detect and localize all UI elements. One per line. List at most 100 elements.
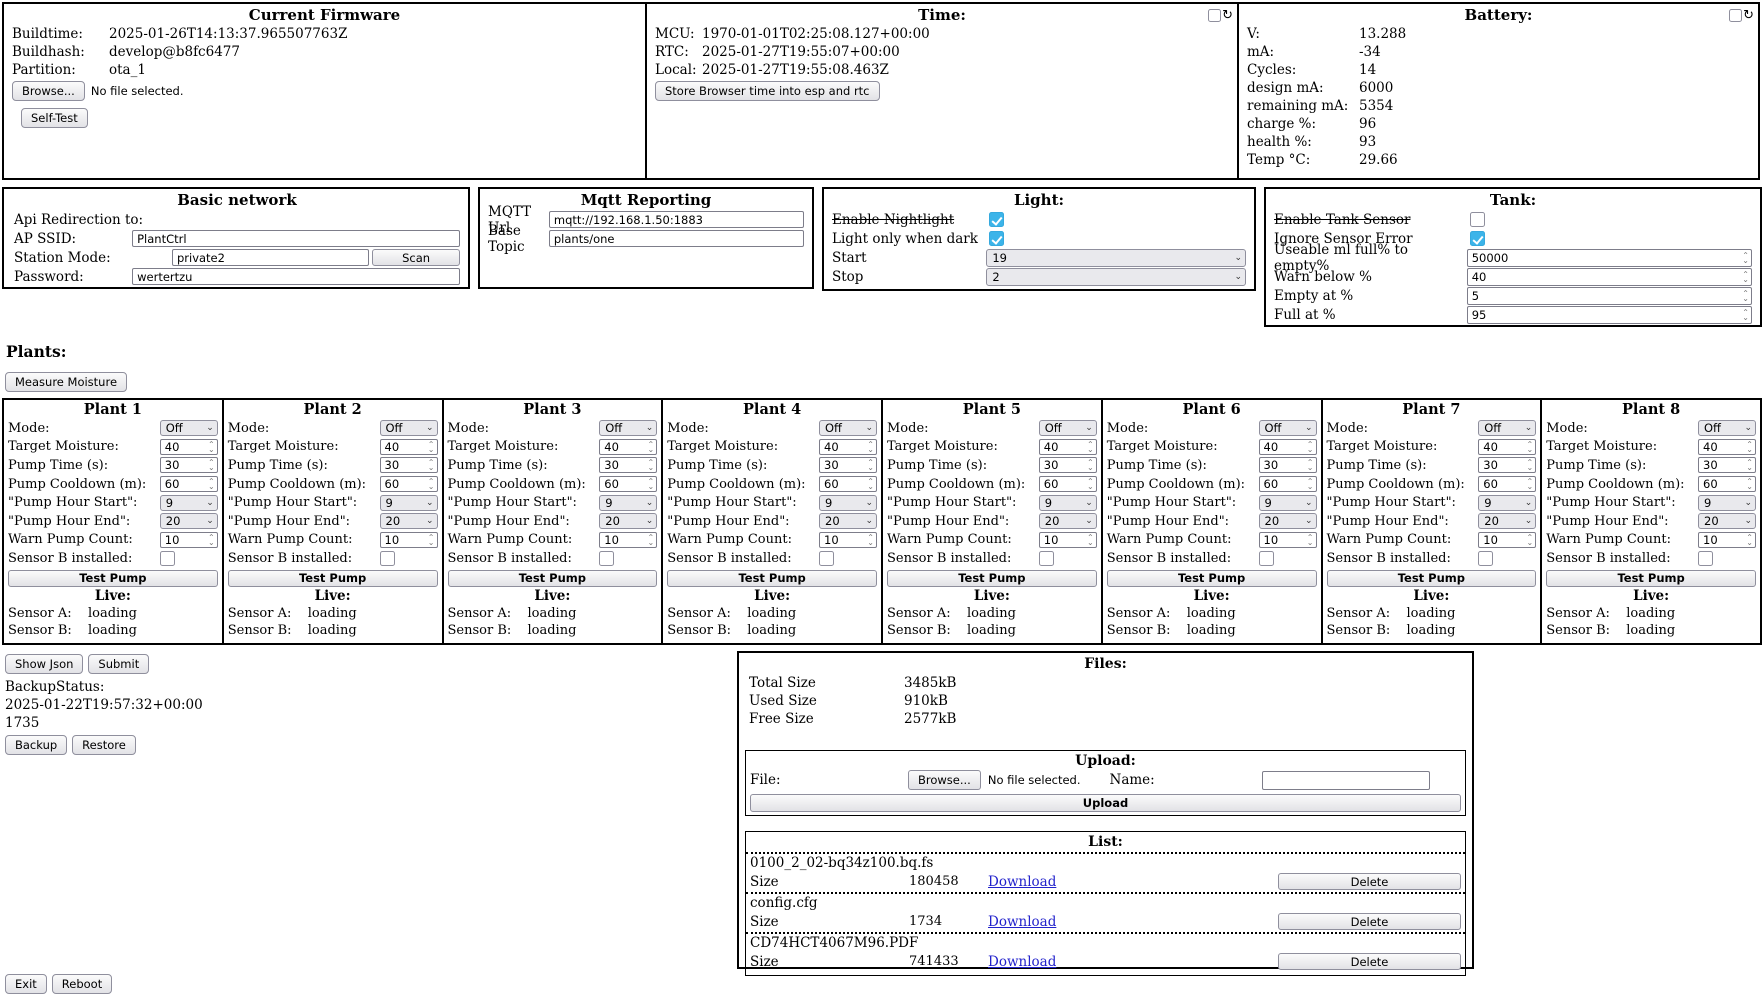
pump-hour-start-select[interactable]: 9 ⌄ <box>1698 495 1756 511</box>
spinner-icon[interactable]: ⌃⌄ <box>1087 460 1094 470</box>
spinner-icon[interactable]: ⌃⌄ <box>1742 253 1749 263</box>
pump-time-input[interactable]: 30 ⌃⌄ <box>599 457 657 473</box>
pump-hour-end-select[interactable]: 20 ⌄ <box>819 513 877 529</box>
sensor-b-installed-checkbox[interactable] <box>1698 551 1713 566</box>
pump-time-input[interactable]: 30 ⌃⌄ <box>1478 457 1536 473</box>
light-stop-select[interactable]: 2 ⌄ <box>986 268 1246 286</box>
test-pump-button[interactable]: Test Pump <box>448 570 658 587</box>
delete-button[interactable]: Delete <box>1278 953 1461 970</box>
enable-nightlight-checkbox[interactable] <box>989 212 1004 227</box>
sensor-b-installed-checkbox[interactable] <box>1259 551 1274 566</box>
warn-pump-count-input[interactable]: 10 ⌃⌄ <box>160 532 218 548</box>
warn-pump-count-input[interactable]: 10 ⌃⌄ <box>1698 532 1756 548</box>
store-browser-time-button[interactable]: Store Browser time into esp and rtc <box>655 81 880 101</box>
warn-pump-count-input[interactable]: 10 ⌃⌄ <box>1039 532 1097 548</box>
spinner-icon[interactable]: ⌃⌄ <box>648 535 655 545</box>
spinner-icon[interactable]: ⌃⌄ <box>1527 535 1534 545</box>
ignore-sensor-error-checkbox[interactable] <box>1470 231 1485 246</box>
upload-name-input[interactable] <box>1262 771 1430 790</box>
spinner-icon[interactable]: ⌃⌄ <box>1087 442 1094 452</box>
warn-pump-count-input[interactable]: 10 ⌃⌄ <box>599 532 657 548</box>
battery-autorefresh-checkbox[interactable] <box>1729 9 1742 22</box>
target-moisture-input[interactable]: 40 ⌃⌄ <box>1478 439 1536 455</box>
test-pump-button[interactable]: Test Pump <box>1327 570 1537 587</box>
sensor-b-installed-checkbox[interactable] <box>160 551 175 566</box>
target-moisture-input[interactable]: 40 ⌃⌄ <box>1259 439 1317 455</box>
download-link[interactable]: Download <box>988 954 1138 970</box>
spinner-icon[interactable]: ⌃⌄ <box>208 442 215 452</box>
pump-cooldown-input[interactable]: 60 ⌃⌄ <box>1698 476 1756 492</box>
spinner-icon[interactable]: ⌃⌄ <box>1087 535 1094 545</box>
spinner-icon[interactable]: ⌃⌄ <box>648 479 655 489</box>
show-json-button[interactable]: Show Json <box>5 654 83 674</box>
delete-button[interactable]: Delete <box>1278 913 1461 930</box>
spinner-icon[interactable]: ⌃⌄ <box>1742 310 1749 320</box>
pump-hour-start-select[interactable]: 9 ⌄ <box>1259 495 1317 511</box>
ap-ssid-input[interactable] <box>132 230 460 247</box>
refresh-icon[interactable]: ↻ <box>1222 9 1233 22</box>
spinner-icon[interactable]: ⌃⌄ <box>1742 291 1749 301</box>
spinner-icon[interactable]: ⌃⌄ <box>208 479 215 489</box>
test-pump-button[interactable]: Test Pump <box>1107 570 1317 587</box>
warn-pump-count-input[interactable]: 10 ⌃⌄ <box>380 532 438 548</box>
test-pump-button[interactable]: Test Pump <box>228 570 438 587</box>
spinner-icon[interactable]: ⌃⌄ <box>428 479 435 489</box>
mode-select[interactable]: Off ⌄ <box>599 420 657 436</box>
spinner-icon[interactable]: ⌃⌄ <box>867 535 874 545</box>
sensor-b-installed-checkbox[interactable] <box>380 551 395 566</box>
test-pump-button[interactable]: Test Pump <box>8 570 218 587</box>
pump-time-input[interactable]: 30 ⌃⌄ <box>380 457 438 473</box>
mqtt-topic-input[interactable] <box>549 230 804 247</box>
sensor-b-installed-checkbox[interactable] <box>819 551 834 566</box>
pump-hour-end-select[interactable]: 20 ⌄ <box>1259 513 1317 529</box>
light-only-dark-checkbox[interactable] <box>989 231 1004 246</box>
spinner-icon[interactable]: ⌃⌄ <box>1746 460 1753 470</box>
self-test-button[interactable]: Self-Test <box>21 108 88 128</box>
pump-hour-start-select[interactable]: 9 ⌄ <box>599 495 657 511</box>
target-moisture-input[interactable]: 40 ⌃⌄ <box>160 439 218 455</box>
measure-moisture-button[interactable]: Measure Moisture <box>5 372 127 392</box>
pump-hour-end-select[interactable]: 20 ⌄ <box>160 513 218 529</box>
test-pump-button[interactable]: Test Pump <box>667 570 877 587</box>
download-link[interactable]: Download <box>988 874 1138 890</box>
spinner-icon[interactable]: ⌃⌄ <box>1307 442 1314 452</box>
mode-select[interactable]: Off ⌄ <box>1259 420 1317 436</box>
station-mode-input[interactable] <box>172 249 369 266</box>
mode-select[interactable]: Off ⌄ <box>1039 420 1097 436</box>
mode-select[interactable]: Off ⌄ <box>380 420 438 436</box>
spinner-icon[interactable]: ⌃⌄ <box>208 460 215 470</box>
upload-browse-button[interactable]: Browse... <box>908 770 981 790</box>
pump-hour-start-select[interactable]: 9 ⌄ <box>160 495 218 511</box>
pump-time-input[interactable]: 30 ⌃⌄ <box>1259 457 1317 473</box>
spinner-icon[interactable]: ⌃⌄ <box>428 535 435 545</box>
exit-button[interactable]: Exit <box>5 974 47 994</box>
spinner-icon[interactable]: ⌃⌄ <box>648 460 655 470</box>
refresh-icon[interactable]: ↻ <box>1743 9 1754 22</box>
pump-cooldown-input[interactable]: 60 ⌃⌄ <box>380 476 438 492</box>
submit-button[interactable]: Submit <box>88 654 149 674</box>
spinner-icon[interactable]: ⌃⌄ <box>648 442 655 452</box>
spinner-icon[interactable]: ⌃⌄ <box>1742 272 1749 282</box>
spinner-icon[interactable]: ⌃⌄ <box>1307 479 1314 489</box>
spinner-icon[interactable]: ⌃⌄ <box>1746 442 1753 452</box>
target-moisture-input[interactable]: 40 ⌃⌄ <box>599 439 657 455</box>
spinner-icon[interactable]: ⌃⌄ <box>1307 460 1314 470</box>
sensor-b-installed-checkbox[interactable] <box>1478 551 1493 566</box>
spinner-icon[interactable]: ⌃⌄ <box>428 460 435 470</box>
mode-select[interactable]: Off ⌄ <box>160 420 218 436</box>
tank-setting-input[interactable]: 40 ⌃⌄ <box>1467 268 1752 286</box>
password-input[interactable] <box>132 268 460 285</box>
tank-setting-input[interactable]: 50000 ⌃⌄ <box>1467 249 1752 267</box>
mode-select[interactable]: Off ⌄ <box>1478 420 1536 436</box>
delete-button[interactable]: Delete <box>1278 873 1461 890</box>
pump-hour-end-select[interactable]: 20 ⌄ <box>1698 513 1756 529</box>
sensor-b-installed-checkbox[interactable] <box>599 551 614 566</box>
pump-hour-start-select[interactable]: 9 ⌄ <box>819 495 877 511</box>
spinner-icon[interactable]: ⌃⌄ <box>867 479 874 489</box>
enable-tank-sensor-checkbox[interactable] <box>1470 212 1485 227</box>
spinner-icon[interactable]: ⌃⌄ <box>1087 479 1094 489</box>
spinner-icon[interactable]: ⌃⌄ <box>1527 460 1534 470</box>
pump-time-input[interactable]: 30 ⌃⌄ <box>160 457 218 473</box>
pump-cooldown-input[interactable]: 60 ⌃⌄ <box>599 476 657 492</box>
pump-hour-start-select[interactable]: 9 ⌄ <box>1478 495 1536 511</box>
